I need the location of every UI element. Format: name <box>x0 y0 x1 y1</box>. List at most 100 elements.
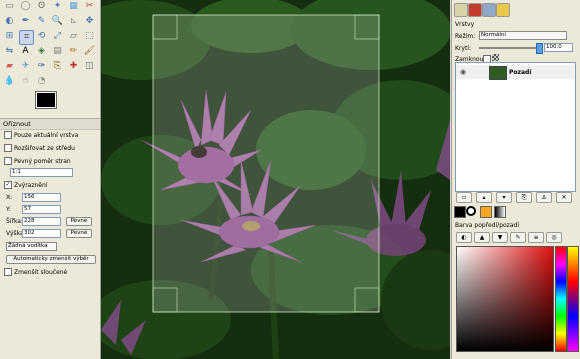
layers-list: ◉ Pozadí <box>455 62 576 192</box>
foreground-color-swatch[interactable] <box>35 91 57 109</box>
fixed-width-button[interactable]: Pevné <box>66 217 92 226</box>
highlight-checkbox[interactable]: ✓ <box>4 181 12 189</box>
bucket-fill-icon[interactable]: ◈ <box>35 45 48 58</box>
shear-icon[interactable]: ▱ <box>67 30 80 43</box>
scales-selector-button[interactable]: ≡ <box>528 232 544 243</box>
paths-tab-icon[interactable] <box>482 3 496 17</box>
foreground-select-icon[interactable]: ◐ <box>3 15 16 28</box>
mode-select[interactable]: Normální <box>479 31 567 40</box>
perspective-clone-icon[interactable]: ◫ <box>83 60 96 73</box>
fixed-height-button[interactable]: Pevné <box>66 229 92 238</box>
y-label: Y: <box>6 206 11 213</box>
value-strip[interactable] <box>567 246 579 352</box>
toolbox: ▭ ◯ ʘ ✦ ▦ ✂ ◐ ✒ ✎ 🔍 ⊾ ✥ ⊞ ⌗ ⟲ ⤢ ▱ ⬚ ⇋ A ◈ ▤ ✏ 🖌 ▰ ✈ ✑ ⎘ ✚ ◫ 💧 ☝ ◔ Ořízno… <box>0 0 101 359</box>
width-input[interactable]: 228 <box>22 217 61 226</box>
lock-alpha-icon[interactable] <box>492 54 499 61</box>
watercolor-selector-button[interactable]: ✎ <box>510 232 526 243</box>
scales-tab-icon[interactable] <box>480 206 492 218</box>
mode-label: Režim: <box>455 33 476 40</box>
fixed-aspect-checkbox[interactable] <box>4 157 12 165</box>
eraser-icon[interactable]: ▰ <box>3 60 16 73</box>
measure-icon[interactable]: ⊾ <box>67 15 80 28</box>
color-select-icon[interactable]: ▦ <box>67 0 80 13</box>
triangle-tab-icon[interactable] <box>466 206 476 216</box>
smudge-icon[interactable]: ☝ <box>19 75 32 88</box>
heal-icon[interactable]: ✚ <box>67 60 80 73</box>
channels-tab-icon[interactable] <box>468 3 482 17</box>
opacity-slider-track[interactable] <box>479 47 539 49</box>
delete-layer-button[interactable]: ✕ <box>556 192 572 203</box>
anchor-layer-button[interactable]: ⚓ <box>536 192 552 203</box>
airbrush-icon[interactable]: ✈ <box>19 60 32 73</box>
guides-select[interactable]: Žádná vodítka <box>6 242 57 251</box>
eye-icon[interactable]: ◉ <box>460 68 466 76</box>
fg-bg-colors[interactable] <box>35 91 66 115</box>
highlight-label: Zvýraznění <box>14 181 48 189</box>
expand-from-center-option[interactable]: Rozšiřovat ze středu <box>4 144 75 152</box>
width-label: Šířka: <box>6 218 24 225</box>
expand-from-center-label: Rozšiřovat ze středu <box>14 144 75 152</box>
crop-icon[interactable]: ⌗ <box>19 30 34 45</box>
aspect-ratio-input[interactable]: 1:1 <box>10 168 73 177</box>
align-icon[interactable]: ⊞ <box>3 30 16 43</box>
text-icon[interactable]: A <box>19 45 32 58</box>
blend-icon[interactable]: ▤ <box>51 45 64 58</box>
perspective-icon[interactable]: ⬚ <box>83 30 96 43</box>
cmyk-selector-button[interactable]: ▲ <box>474 232 490 243</box>
layers-title: Vrstvy <box>455 21 475 28</box>
zoom-icon[interactable]: 🔍 <box>51 15 64 28</box>
lower-layer-button[interactable]: ▾ <box>496 192 512 203</box>
move-icon[interactable]: ✥ <box>83 15 96 28</box>
current-layer-only-option[interactable]: Pouze aktuální vrstva <box>4 131 78 139</box>
clone-icon[interactable]: ⎘ <box>51 60 64 73</box>
pencil-icon[interactable]: ✏ <box>67 45 80 58</box>
wheel-selector-button[interactable]: ◎ <box>546 232 562 243</box>
layers-tab-icon[interactable] <box>454 3 468 17</box>
color-square[interactable] <box>456 246 554 352</box>
image-canvas[interactable] <box>101 0 450 359</box>
colors-title: Barva popředí/pozadí <box>455 222 519 229</box>
raise-layer-button[interactable]: ▴ <box>476 192 492 203</box>
scissors-icon[interactable]: ✂ <box>83 0 96 13</box>
shrink-merged-option[interactable]: Zmenšit sloučené <box>4 268 67 276</box>
ellipse-select-icon[interactable]: ◯ <box>19 0 32 13</box>
new-layer-button[interactable]: ▫ <box>456 192 472 203</box>
flip-icon[interactable]: ⇋ <box>3 45 16 58</box>
fixed-aspect-option[interactable]: Pevný poměr stran <box>4 157 71 165</box>
paintbrush-icon[interactable]: 🖌 <box>83 45 96 58</box>
expand-from-center-checkbox[interactable] <box>4 144 12 152</box>
layer-row[interactable]: ◉ Pozadí <box>456 65 575 80</box>
rect-select-icon[interactable]: ▭ <box>3 0 16 13</box>
layer-name: Pozadí <box>509 69 532 76</box>
opacity-slider-handle[interactable] <box>536 43 543 54</box>
paths-icon[interactable]: ✒ <box>19 15 32 28</box>
height-input[interactable]: 302 <box>22 229 61 238</box>
hue-strip[interactable] <box>555 246 567 352</box>
shrink-merged-checkbox[interactable] <box>4 268 12 276</box>
ink-icon[interactable]: ✑ <box>35 60 48 73</box>
blur-icon[interactable]: 💧 <box>3 75 16 88</box>
canvas-image <box>101 0 450 359</box>
scale-icon[interactable]: ⤢ <box>51 30 64 43</box>
color-picker-icon[interactable]: ✎ <box>35 15 48 28</box>
y-input[interactable]: 57 <box>22 205 61 214</box>
x-label: X: <box>6 194 13 201</box>
auto-shrink-button[interactable]: Automaticky zmenšit výběr <box>6 255 96 264</box>
undo-tab-icon[interactable] <box>496 3 510 17</box>
docks-panel: Vrstvy Režim: Normální Krytí: 100,0 Zamk… <box>451 0 580 359</box>
opacity-input[interactable]: 100,0 <box>544 43 573 52</box>
lasso-icon[interactable]: ʘ <box>35 0 48 13</box>
opacity-label: Krytí: <box>455 45 471 52</box>
rotate-icon[interactable]: ⟲ <box>35 30 48 43</box>
triangle-selector-button[interactable]: ▼ <box>492 232 508 243</box>
current-layer-only-checkbox[interactable] <box>4 131 12 139</box>
duplicate-layer-button[interactable]: ⎘ <box>516 192 532 203</box>
x-input[interactable]: 156 <box>22 193 61 202</box>
fuzzy-select-icon[interactable]: ✦ <box>51 0 64 13</box>
watercolor-tab-icon[interactable] <box>494 206 506 218</box>
shrink-merged-label: Zmenšit sloučené <box>14 268 68 276</box>
highlight-option[interactable]: ✓ Zvýraznění <box>4 181 47 189</box>
fg-bg-tab-icon[interactable] <box>454 206 466 218</box>
dodge-burn-icon[interactable]: ◔ <box>35 75 48 88</box>
gimp-selector-button[interactable]: ◐ <box>456 232 472 243</box>
